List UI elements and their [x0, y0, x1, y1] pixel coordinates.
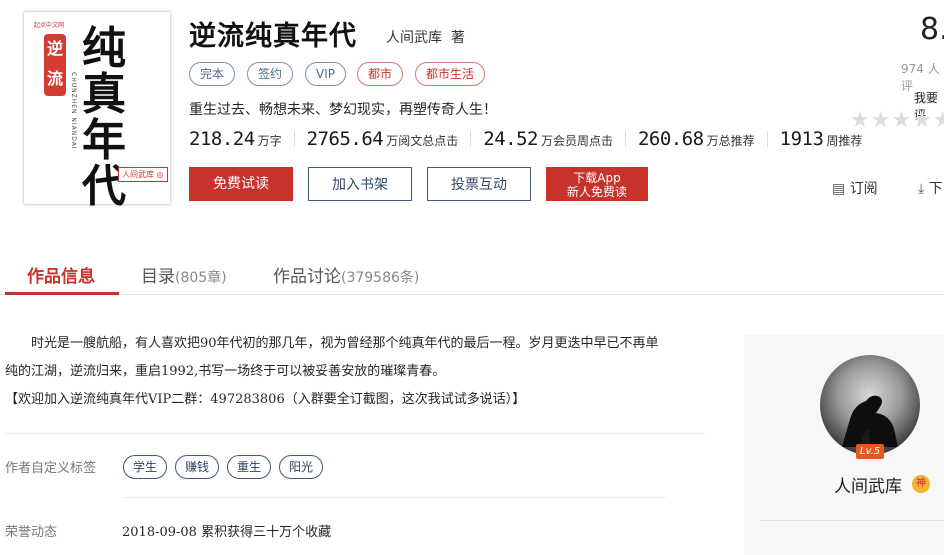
author-honor-icon: 神	[912, 475, 930, 493]
tab-catalog[interactable]: 目录(805章)	[141, 262, 227, 287]
tab-discussion[interactable]: 作品讨论(379586条)	[273, 262, 419, 287]
active-tab-indicator	[5, 292, 119, 295]
custom-tag[interactable]: 赚钱	[175, 455, 220, 479]
app-line1: 下载App	[573, 171, 621, 185]
stat-value: 24.52	[483, 128, 538, 150]
intro-line: 时光是一艘航船，有人喜欢把90年代初的那几年，视为曾经那个纯真年代的最后一程。岁…	[5, 336, 659, 351]
book-intro: 时光是一艘航船，有人喜欢把90年代初的那几年，视为曾经那个纯真年代的最后一程。岁…	[5, 330, 709, 414]
download-app-button[interactable]: 下载App 新人免费读	[546, 167, 648, 201]
cover-pinyin: CHUNZHEN NIANDAI	[70, 72, 77, 150]
subscribe-link[interactable]: ▤ 订阅	[832, 178, 878, 198]
book-title: 逆流纯真年代	[189, 21, 357, 52]
intro-line: 纯的江湖，逆流归来，重启1992,书写一场终于可以被妥善安放的璀璨青春。	[5, 364, 446, 379]
document-icon: ▤	[832, 181, 846, 197]
cover-title: 纯真年代	[82, 23, 126, 212]
book-author[interactable]: 人间武库	[386, 30, 442, 46]
custom-tag[interactable]: 重生	[227, 455, 272, 479]
tab-label: 目录	[141, 267, 175, 287]
divider	[760, 520, 944, 521]
author-suffix: 著	[450, 30, 465, 46]
stat-value: 1913	[779, 128, 824, 150]
divider	[122, 497, 666, 498]
divider	[5, 433, 705, 434]
download-link[interactable]: ⤓ 下	[918, 178, 943, 198]
tag-signed: 签约	[247, 62, 294, 86]
cover-author-badge: 人间武库 ◎	[118, 167, 168, 182]
stat-unit: 万会员周点击	[540, 134, 613, 148]
custom-tag[interactable]: 学生	[123, 455, 168, 479]
cover-publisher: 起点中文网	[34, 22, 65, 29]
free-read-button[interactable]: 免费试读	[189, 167, 293, 201]
stat-unit: 万字	[257, 134, 282, 148]
cover-red-label: 逆流	[44, 34, 66, 96]
stat-total-clicks: 2765.64 万阅文总点击	[307, 128, 484, 150]
tab-count: (379586条)	[341, 270, 420, 286]
tag-subcategory[interactable]: 都市生活	[415, 62, 486, 86]
tab-count: (805章)	[175, 270, 227, 286]
author-avatar[interactable]	[820, 355, 920, 455]
stat-unit: 万阅文总点击	[386, 134, 459, 148]
stat-words: 218.24 万字	[189, 128, 307, 150]
tab-label: 作品信息	[27, 267, 95, 287]
honor-label: 荣誉动态	[5, 525, 58, 540]
stat-unit: 万总推荐	[706, 134, 755, 148]
book-score: 8.	[920, 12, 944, 47]
author-panel-name[interactable]: 人间武库	[834, 472, 902, 497]
stat-value: 218.24	[189, 128, 255, 150]
custom-tags-label: 作者自定义标签	[5, 461, 97, 476]
avatar-silhouette-icon	[842, 395, 898, 447]
stat-week-clicks: 24.52 万会员周点击	[483, 128, 638, 150]
author-level-badge: Lv.5	[856, 444, 884, 459]
stat-total-recs: 260.68 万总推荐	[638, 128, 780, 150]
stat-value: 260.68	[637, 128, 704, 150]
rating-stars[interactable]: ★★★★★	[850, 108, 944, 133]
book-tagline: 重生过去、畅想未来、梦幻现实，再塑传奇人生！	[189, 102, 497, 118]
app-line2: 新人免费读	[566, 185, 627, 199]
add-to-shelf-button[interactable]: 加入书架	[308, 167, 412, 201]
download-icon: ⤓	[918, 181, 925, 197]
subscribe-label: 订阅	[849, 181, 878, 197]
book-author-line: 人间武库 著	[386, 27, 465, 47]
intro-line: 【欢迎加入逆流纯真年代VIP二群：497283806（入群要全订截图，这次我试试…	[5, 392, 526, 407]
tab-label: 作品讨论	[273, 267, 341, 287]
book-cover[interactable]: 起点中文网 逆流 纯真年代 CHUNZHEN NIANDAI 人间武库 ◎	[24, 12, 170, 210]
download-label: 下	[928, 181, 943, 197]
stat-value: 2765.64	[306, 128, 384, 150]
custom-tag[interactable]: 阳光	[279, 455, 324, 479]
tag-category[interactable]: 都市	[357, 62, 404, 86]
tab-book-info[interactable]: 作品信息	[27, 262, 95, 287]
honor-text: 2018-09-08 累积获得三十万个收藏	[122, 525, 332, 540]
tag-status: 完本	[189, 62, 236, 86]
tabs-divider	[0, 294, 944, 295]
book-stats: 218.24 万字 2765.64 万阅文总点击 24.52 万会员周点击 260.6…	[189, 128, 862, 152]
tag-vip: VIP	[305, 62, 346, 86]
vote-button[interactable]: 投票互动	[427, 167, 531, 201]
stat-unit: 周推荐	[826, 134, 863, 148]
